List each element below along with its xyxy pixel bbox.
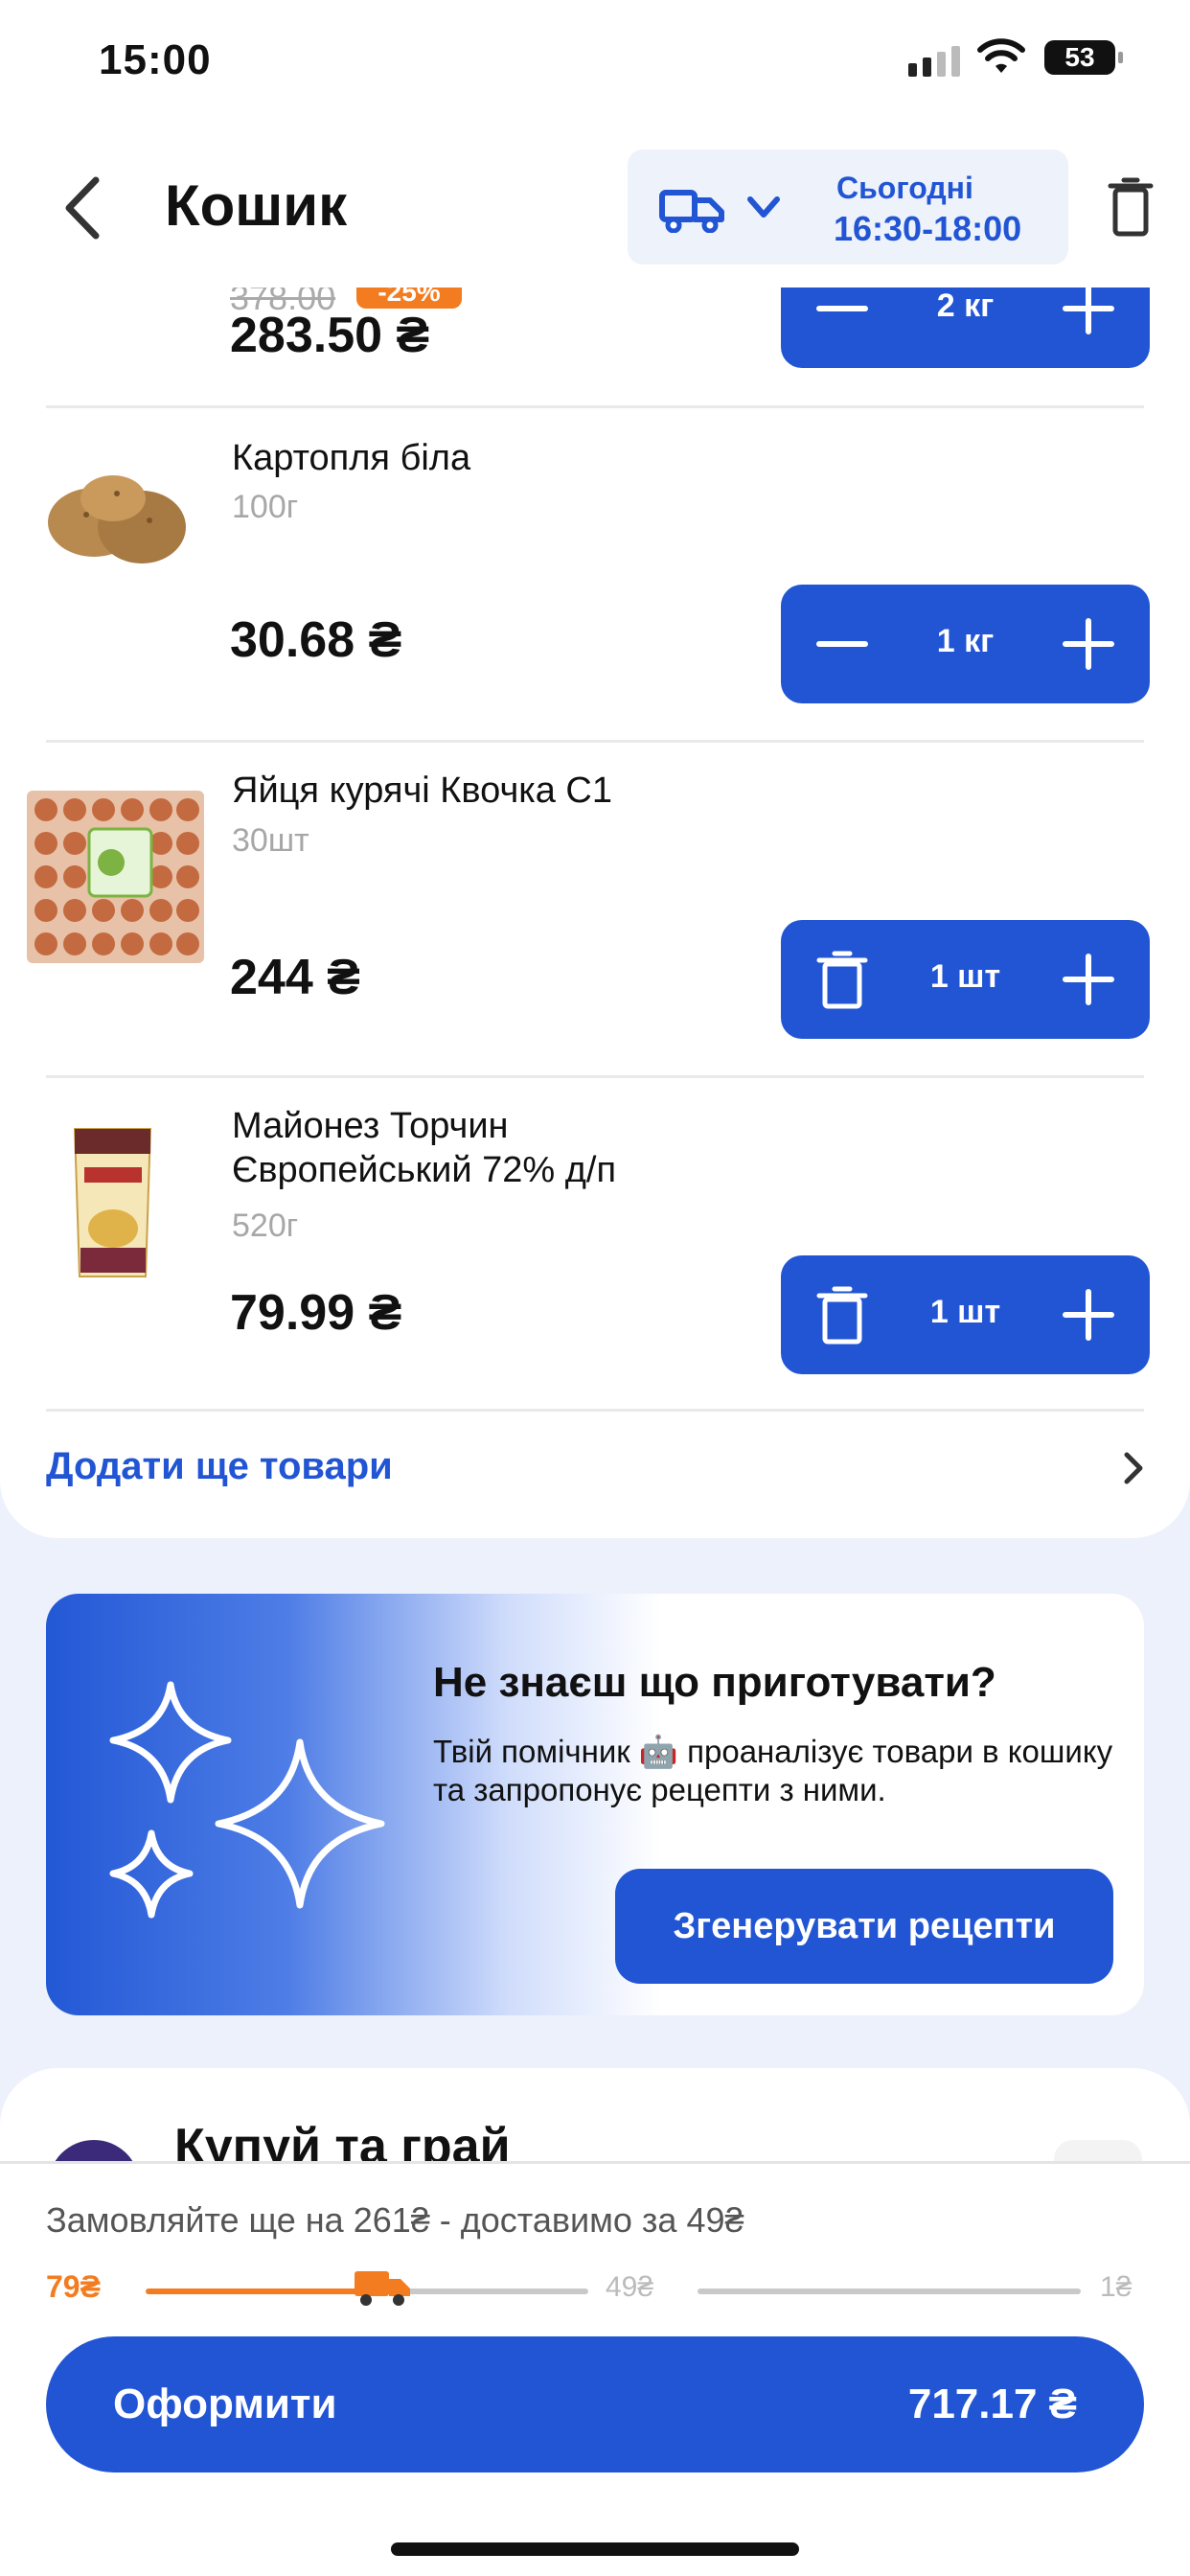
plus-icon[interactable] <box>1058 1284 1119 1346</box>
cart-item: Яйця курячі Квочка С1 30шт 244 ₴ 1 шт <box>0 748 1190 1073</box>
quantity-stepper: 2 кг <box>781 288 1150 368</box>
signal-icon <box>908 46 960 77</box>
progress-end-label: 1₴ <box>1100 2271 1133 2303</box>
add-more-items-link[interactable]: Додати ще товари <box>46 1445 393 1488</box>
item-price: 283.50 ₴ <box>230 308 430 363</box>
item-name: Яйця курячі Квочка С1 <box>232 770 612 811</box>
delivery-truck-icon <box>659 190 724 233</box>
eggs-image <box>27 791 204 963</box>
plus-icon[interactable] <box>1058 288 1119 339</box>
generate-recipes-button[interactable]: Згенерувати рецепти <box>615 1869 1113 1984</box>
progress-mid-label: 49₴ <box>606 2271 654 2303</box>
status-bar: 15:00 53 <box>0 0 1190 125</box>
quantity-stepper: 1 шт <box>781 920 1150 1039</box>
chevron-right-icon[interactable] <box>1119 1447 1148 1489</box>
delivery-progress: 79₴ 49₴ 1₴ <box>46 2260 1148 2317</box>
item-weight: 100г <box>232 489 299 525</box>
delivery-slot-selector[interactable]: Сьогодні 16:30-18:00 <box>628 150 1068 264</box>
status-time: 15:00 <box>99 36 212 83</box>
home-indicator <box>391 2542 799 2556</box>
divider <box>46 1409 1144 1412</box>
cart-item: 378.00 -25% 283.50 ₴ 2 кг <box>0 288 1190 407</box>
checkout-total: 717.17 ₴ <box>907 2380 1077 2427</box>
chevron-down-icon <box>747 196 780 218</box>
recipe-title: Не знаєш що приготувати? <box>433 1659 996 1706</box>
potato-image <box>48 475 186 564</box>
divider <box>46 1075 1144 1078</box>
truck-icon <box>355 2271 410 2306</box>
quantity-stepper: 1 шт <box>781 1255 1150 1374</box>
plus-icon[interactable] <box>1058 613 1119 675</box>
wifi-icon <box>977 38 1025 73</box>
item-price: 30.68 ₴ <box>230 612 402 668</box>
delivery-day: Сьогодні <box>836 171 973 205</box>
quantity-stepper: 1 кг <box>781 585 1150 703</box>
back-arrow-icon[interactable] <box>59 174 107 242</box>
cart-item: Майонез Торчин Європейський 72% д/п 520г… <box>0 1083 1190 1414</box>
item-price: 79.99 ₴ <box>230 1285 402 1341</box>
progress-current-label: 79₴ <box>46 2269 101 2304</box>
checkout-label: Оформити <box>113 2380 337 2427</box>
mayonnaise-image <box>73 1128 152 1277</box>
item-weight: 30шт <box>232 822 309 859</box>
free-delivery-hint: Замовляйте ще на 261₴ - доставимо за 49₴ <box>46 2200 744 2240</box>
checkout-sheet: Замовляйте ще на 261₴ - доставимо за 49₴… <box>0 2161 1190 2576</box>
battery-icon: 53 <box>1044 40 1123 75</box>
app-header: Кошик Сьогодні 16:30-18:00 <box>0 125 1190 288</box>
cart-items-card: 378.00 -25% 283.50 ₴ 2 кг Картопля біла … <box>0 288 1190 1538</box>
cart-item: Картопля біла 100г 30.68 ₴ 1 кг <box>0 412 1190 738</box>
discount-badge: -25% <box>356 288 462 309</box>
progress-bar-track <box>406 2288 588 2294</box>
clear-cart-trash-icon[interactable] <box>1107 176 1155 238</box>
divider <box>46 405 1144 408</box>
checkout-button[interactable]: Оформити 717.17 ₴ <box>46 2336 1144 2472</box>
item-name: Картопля біла <box>232 438 471 478</box>
progress-bar-track-end <box>698 2288 1081 2294</box>
divider <box>46 740 1144 743</box>
page-title: Кошик <box>165 173 348 238</box>
recipe-generator-card: Не знаєш що приготувати? Твій помічник 🤖… <box>46 1594 1144 2015</box>
item-price: 244 ₴ <box>230 950 360 1005</box>
sparkles-icon <box>109 1681 385 1919</box>
delivery-time-slot: 16:30-18:00 <box>834 209 1022 248</box>
plus-icon[interactable] <box>1058 949 1119 1010</box>
recipe-description: Твій помічник 🤖 проаналізує товари в кош… <box>433 1734 1113 1807</box>
item-name: Майонез Торчин Європейський 72% д/п <box>232 1106 617 1190</box>
item-weight: 520г <box>232 1208 299 1244</box>
